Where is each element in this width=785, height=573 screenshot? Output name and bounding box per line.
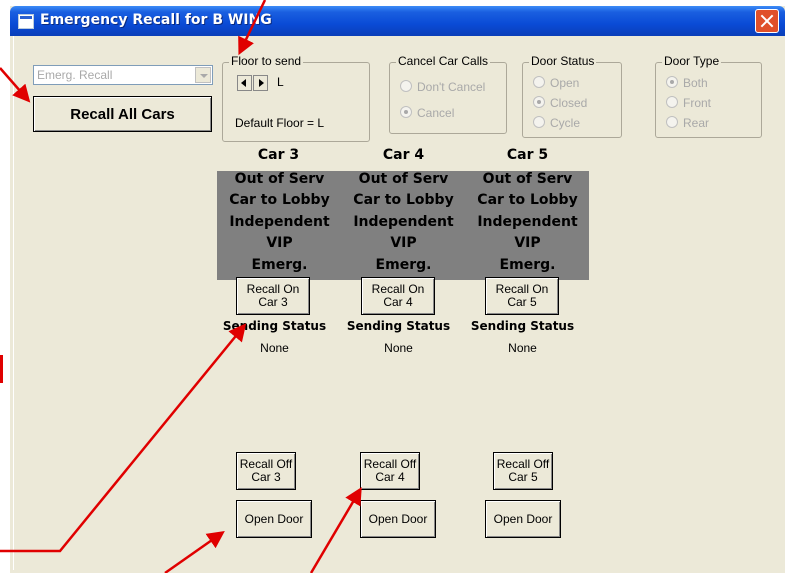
- floor-to-send-label: Floor to send: [229, 54, 304, 68]
- door-type-group: Door Type Both Front Rear: [655, 54, 762, 138]
- radio-circle-icon: [666, 96, 678, 108]
- floor-left-button[interactable]: [237, 75, 252, 91]
- car-4-heading: Car 4: [382, 147, 425, 163]
- open-door-car-4-button[interactable]: Open Door: [360, 500, 436, 538]
- status-independent: Independent: [477, 214, 578, 230]
- open-door-car-3-button[interactable]: Open Door: [236, 500, 312, 538]
- radio-circle-icon: [533, 116, 545, 128]
- status-out-of-serv: Out of Serv: [358, 171, 449, 187]
- cancel-car-calls-label: Cancel Car Calls: [396, 54, 491, 68]
- status-emerg: Emerg.: [499, 257, 556, 273]
- radio-circle-icon: [533, 76, 545, 88]
- arrow-left-icon: [241, 79, 246, 87]
- door-type-label: Door Type: [662, 54, 722, 68]
- sending-status-label: Sending Status: [470, 319, 575, 333]
- window-client: Emerg. Recall Recall All Cars Floor to s…: [13, 36, 783, 570]
- sending-status-label: Sending Status: [222, 319, 327, 333]
- door-status-label: Door Status: [529, 54, 597, 68]
- sending-status-value: None: [384, 341, 413, 355]
- mode-select[interactable]: Emerg. Recall: [33, 65, 213, 85]
- chevron-down-icon[interactable]: [195, 67, 211, 83]
- door-status-group: Door Status Open Closed Cycle: [522, 54, 622, 138]
- recall-on-car-4-button[interactable]: Recall On Car 4: [361, 277, 435, 315]
- radio-front[interactable]: Front: [666, 96, 711, 110]
- radio-circle-icon: [400, 106, 412, 118]
- sending-status-value: None: [260, 341, 289, 355]
- status-out-of-serv: Out of Serv: [482, 171, 573, 187]
- floor-to-send-group: Floor to send L Default Floor = L: [222, 54, 370, 142]
- status-vip: VIP: [514, 235, 541, 251]
- radio-both[interactable]: Both: [666, 76, 708, 90]
- status-car-to-lobby: Car to Lobby: [353, 192, 454, 208]
- recall-off-car-5-button[interactable]: Recall Off Car 5: [493, 452, 553, 490]
- default-floor-text: Default Floor = L: [235, 116, 325, 130]
- radio-circle-icon: [666, 116, 678, 128]
- close-button[interactable]: [755, 9, 779, 33]
- radio-circle-icon: [400, 80, 412, 92]
- floor-value: L: [277, 75, 284, 89]
- cancel-car-calls-group: Cancel Car Calls Don't Cancel Cancel: [389, 54, 507, 134]
- status-independent: Independent: [353, 214, 454, 230]
- car-3-heading: Car 3: [257, 147, 300, 163]
- status-car-to-lobby: Car to Lobby: [477, 192, 578, 208]
- emergency-recall-window: Emergency Recall for B WING Emerg. Recal…: [10, 6, 785, 573]
- radio-closed[interactable]: Closed: [533, 96, 587, 110]
- recall-on-car-3-button[interactable]: Recall On Car 3: [236, 277, 310, 315]
- status-vip: VIP: [390, 235, 417, 251]
- status-vip: VIP: [266, 235, 293, 251]
- recall-all-cars-button[interactable]: Recall All Cars: [33, 96, 212, 132]
- radio-circle-icon: [533, 96, 545, 108]
- background-red-mark: [0, 355, 3, 383]
- radio-dont-cancel[interactable]: Don't Cancel: [400, 80, 485, 94]
- sending-status-label: Sending Status: [346, 319, 451, 333]
- car-5-heading: Car 5: [506, 147, 549, 163]
- arrow-right-icon: [259, 79, 264, 87]
- status-car-to-lobby: Car to Lobby: [229, 192, 330, 208]
- status-independent: Independent: [229, 214, 330, 230]
- status-out-of-serv: Out of Serv: [234, 171, 325, 187]
- window-icon: [18, 14, 34, 29]
- window-title: Emergency Recall for B WING: [40, 12, 272, 28]
- recall-off-car-3-button[interactable]: Recall Off Car 3: [236, 452, 296, 490]
- open-door-car-5-button[interactable]: Open Door: [485, 500, 561, 538]
- status-emerg: Emerg.: [375, 257, 432, 273]
- recall-all-cars-label: Recall All Cars: [70, 105, 175, 123]
- car-status-panel: Out of Serv Car to Lobby Independent VIP…: [217, 171, 589, 280]
- radio-cancel[interactable]: Cancel: [400, 106, 454, 120]
- recall-on-car-5-button[interactable]: Recall On Car 5: [485, 277, 559, 315]
- radio-open[interactable]: Open: [533, 76, 579, 90]
- radio-rear[interactable]: Rear: [666, 116, 709, 130]
- status-emerg: Emerg.: [251, 257, 308, 273]
- recall-off-car-4-button[interactable]: Recall Off Car 4: [360, 452, 420, 490]
- sending-status-value: None: [508, 341, 537, 355]
- floor-right-button[interactable]: [253, 75, 268, 91]
- mode-select-value: Emerg. Recall: [37, 68, 113, 82]
- radio-circle-icon: [666, 76, 678, 88]
- radio-cycle[interactable]: Cycle: [533, 116, 580, 130]
- title-bar: Emergency Recall for B WING: [10, 6, 785, 36]
